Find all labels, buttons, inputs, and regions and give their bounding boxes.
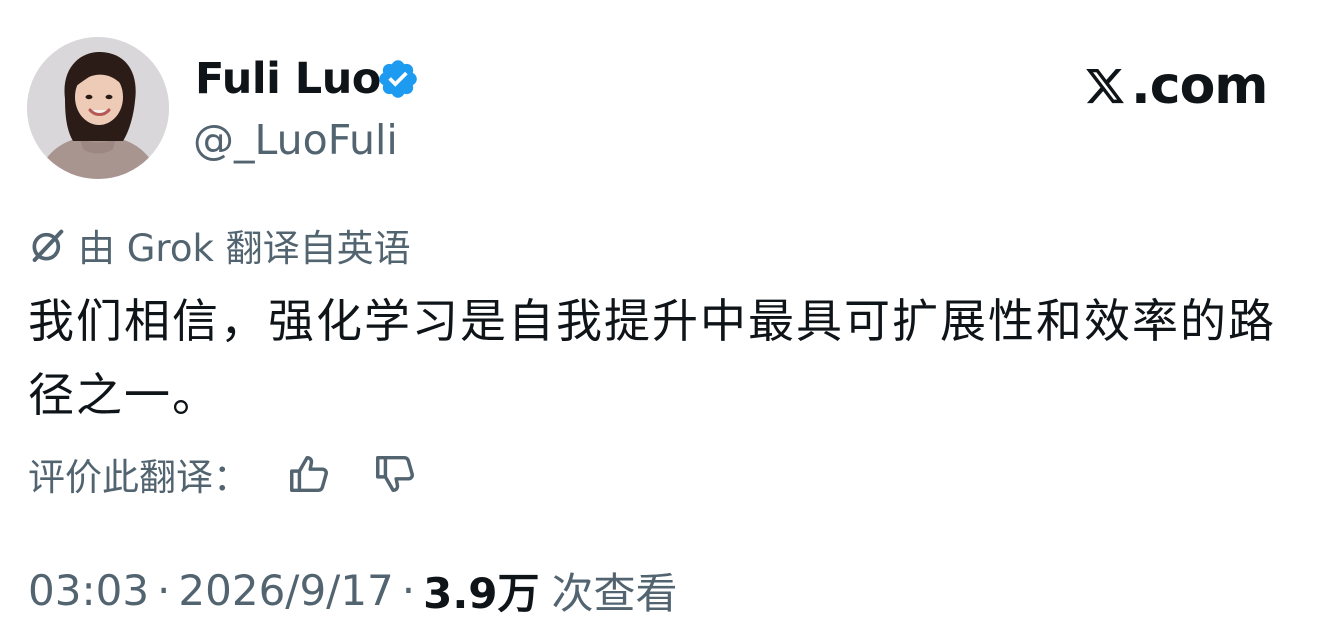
author-handle[interactable]: @_LuoFuli bbox=[193, 114, 398, 166]
tweet-text: 我们相信，强化学习是自我提升中最具可扩展性和效率的路径之一。 bbox=[28, 294, 1276, 422]
thumbs-up-icon[interactable] bbox=[286, 451, 332, 497]
avatar-image bbox=[27, 37, 169, 179]
translation-label: 由 Grok 翻译自英语 bbox=[78, 227, 411, 270]
grok-icon bbox=[32, 229, 64, 262]
translation-notice: 由 Grok 翻译自英语 bbox=[28, 220, 411, 270]
views-label: 次查看 bbox=[551, 568, 678, 618]
tweet-time[interactable]: 03:03 bbox=[28, 566, 149, 615]
avatar[interactable] bbox=[27, 37, 169, 179]
author-display-name[interactable]: Fuli Luo bbox=[195, 52, 381, 106]
verified-badge-icon bbox=[379, 60, 417, 98]
thumbs-down-icon[interactable] bbox=[372, 451, 418, 497]
rate-translation: 评价此翻译： bbox=[28, 446, 418, 502]
tweet-date[interactable]: 2026/9/17 bbox=[178, 566, 393, 615]
meta-separator: · bbox=[157, 565, 171, 615]
tweet-card: Fuli Luo @_LuoFuli .com 由 Grok 翻译自英语 我们相… bbox=[0, 0, 1320, 630]
brand-logo: .com bbox=[1083, 58, 1268, 114]
rate-translation-label: 评价此翻译： bbox=[28, 456, 250, 499]
x-logo-icon bbox=[1086, 68, 1124, 104]
brand-domain-text: .com bbox=[1131, 56, 1268, 116]
tweet-meta: 03:03 · 2026/9/17 · 3.9万 次查看 bbox=[28, 562, 678, 618]
views-count[interactable]: 3.9万 bbox=[423, 560, 539, 621]
meta-separator: · bbox=[401, 565, 416, 615]
